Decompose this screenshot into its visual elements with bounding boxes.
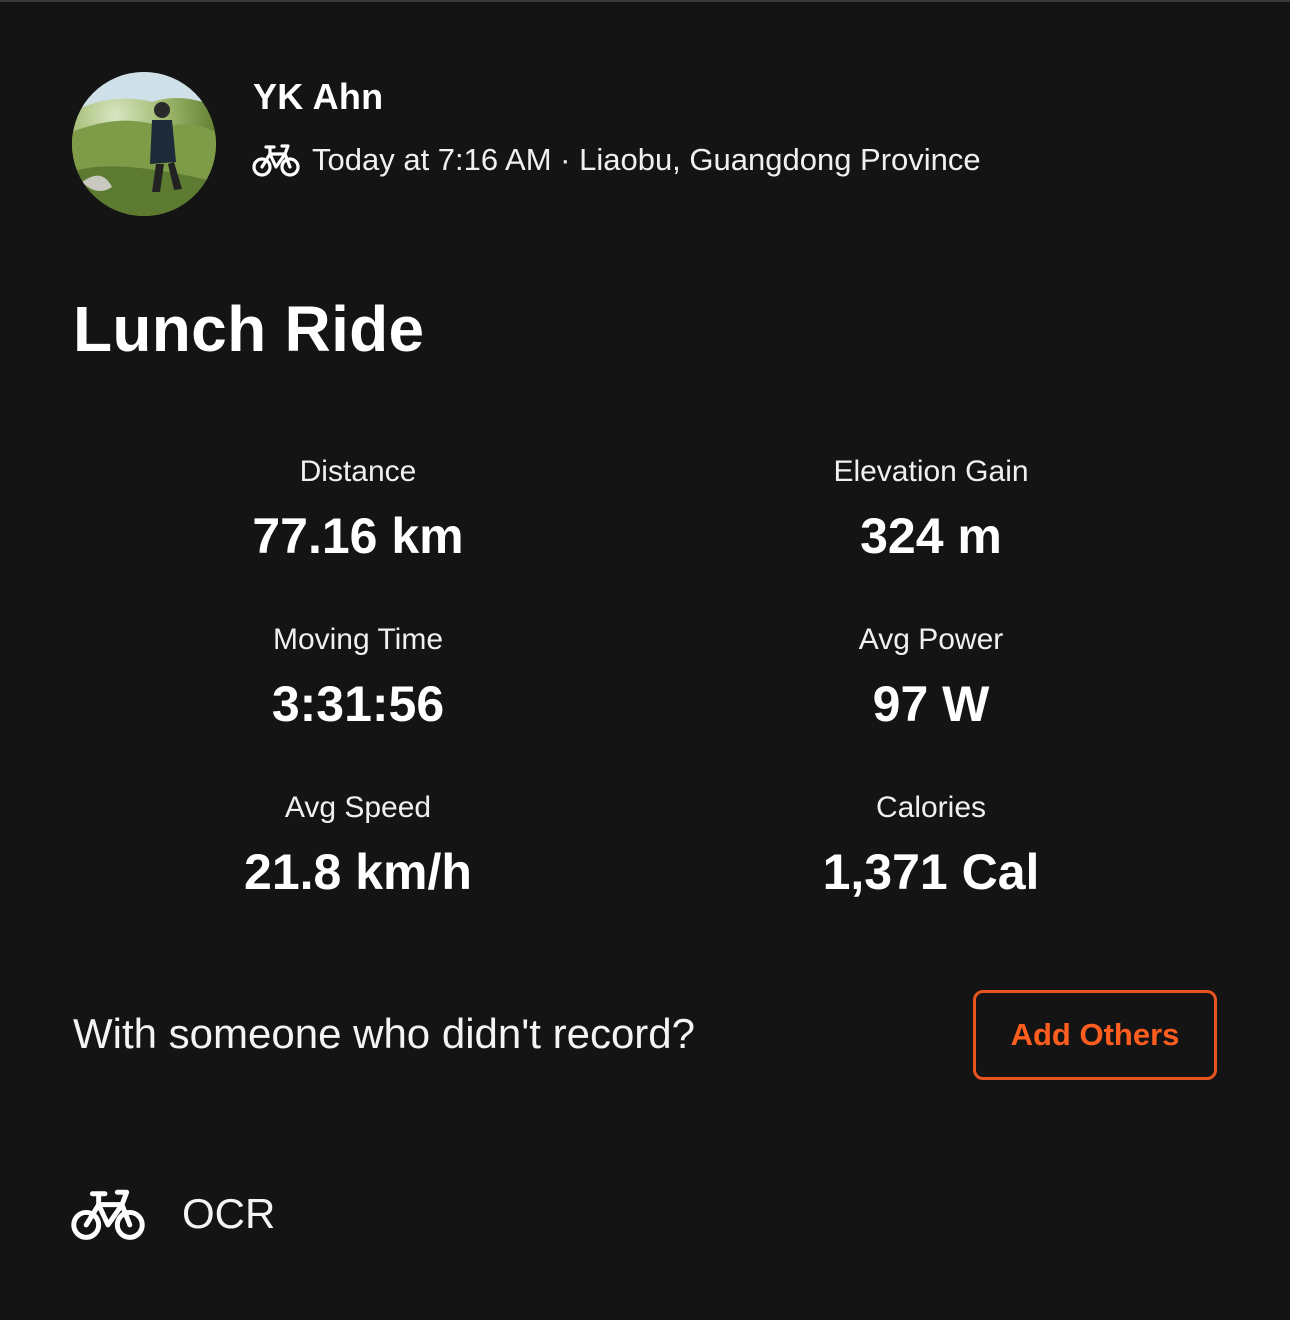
stat-label: Distance xyxy=(299,455,417,488)
stat-label: Elevation Gain xyxy=(833,455,1029,488)
stat-avg-speed: Avg Speed 21.8 km/h xyxy=(148,788,568,900)
athlete-name[interactable]: YK Ahn xyxy=(253,76,383,118)
stat-label: Avg Power xyxy=(858,623,1004,656)
add-others-prompt: With someone who didn't record? xyxy=(73,1010,696,1057)
gear-row[interactable]: OCR xyxy=(70,1186,275,1242)
stat-value: 324 m xyxy=(860,508,1002,564)
stat-value: 97 W xyxy=(872,676,990,732)
stat-label: Calories xyxy=(875,791,987,824)
bicycle-icon xyxy=(252,144,300,177)
gear-name: OCR xyxy=(182,1190,276,1237)
stat-label: Moving Time xyxy=(272,623,444,656)
add-others-button[interactable]: Add Others xyxy=(973,990,1217,1080)
stat-moving-time: Moving Time 3:31:56 xyxy=(148,620,568,732)
stat-distance: Distance 77.16 km xyxy=(148,452,568,564)
stat-value: 1,371 Cal xyxy=(822,844,1040,900)
bicycle-icon xyxy=(71,1189,145,1240)
top-divider xyxy=(0,0,1290,2)
stat-value: 21.8 km/h xyxy=(244,844,472,900)
activity-title[interactable]: Lunch Ride xyxy=(73,292,424,366)
activity-time-location: Today at 7:16 AM · Liaobu, Guangdong Pro… xyxy=(312,142,981,177)
person-hiking-photo xyxy=(72,72,216,216)
stat-calories: Calories 1,371 Cal xyxy=(721,788,1141,900)
stat-value: 77.16 km xyxy=(252,508,464,564)
stat-avg-power: Avg Power 97 W xyxy=(721,620,1141,732)
stat-elevation-gain: Elevation Gain 324 m xyxy=(721,452,1141,564)
stat-value: 3:31:56 xyxy=(271,676,445,732)
activity-meta: Today at 7:16 AM · Liaobu, Guangdong Pro… xyxy=(252,138,981,182)
stat-label: Avg Speed xyxy=(284,791,432,824)
avatar[interactable] xyxy=(72,72,216,216)
